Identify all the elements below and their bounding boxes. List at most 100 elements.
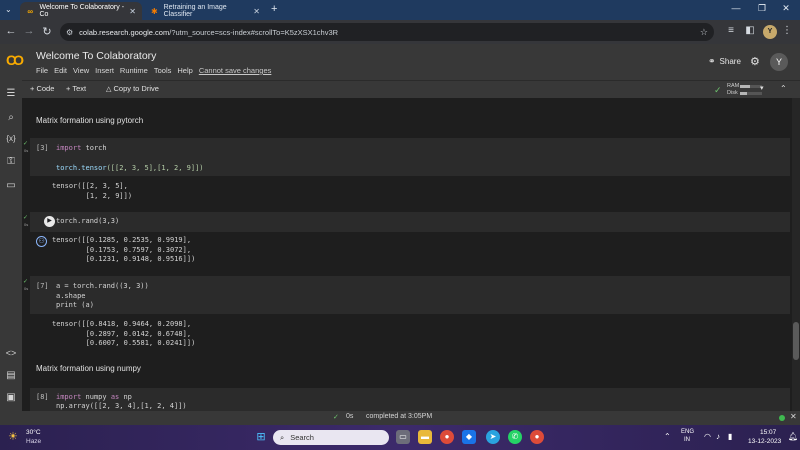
cell-output: tensor([[2, 3, 5], [1, 2, 9]]) <box>52 182 133 200</box>
task-view-icon[interactable]: ▭ <box>396 430 410 444</box>
close-icon[interactable]: ✕ <box>129 7 136 16</box>
close-icon[interactable]: ✕ <box>253 7 260 16</box>
telegram-icon[interactable]: ➤ <box>486 430 500 444</box>
side-panel-icon[interactable]: ◧ <box>743 25 757 36</box>
ram-label: RAM <box>727 83 740 89</box>
forward-icon[interactable]: → <box>22 25 36 37</box>
tab-retraining[interactable]: ✱ Retraining an Image Classifier ✕ <box>144 2 266 20</box>
url-input[interactable]: ⚙ colab.research.google.com /?utm_source… <box>60 23 714 41</box>
file-explorer-icon[interactable]: ▬ <box>418 430 432 444</box>
cell-code[interactable]: torch.rand(3,3) <box>56 217 119 227</box>
menu-help[interactable]: Help <box>177 66 192 75</box>
code-cell[interactable]: ▶ torch.rand(3,3) <box>30 212 790 232</box>
scrollbar-thumb[interactable] <box>793 322 799 360</box>
whatsapp-icon[interactable]: ✆ <box>508 430 522 444</box>
menu-file[interactable]: File <box>36 66 48 75</box>
cell-success-icon: ✓ <box>23 279 29 285</box>
bookmark-star-icon[interactable]: ☆ <box>700 27 708 38</box>
close-icon[interactable]: ✕ <box>790 412 797 421</box>
tray-chevron-icon[interactable]: ⌃ <box>664 432 671 441</box>
weather-temp[interactable]: 30°C <box>26 429 41 436</box>
close-window-icon[interactable]: ✕ <box>774 3 798 14</box>
add-code-button[interactable]: + Code <box>30 84 54 93</box>
cell-code-line[interactable]: torch.tensor([[2, 3, 5],[1, 2, 9]]) <box>56 164 204 174</box>
output-actions-icon[interactable]: ⚇ <box>36 236 47 247</box>
cell-exec-time: 0s <box>24 222 29 227</box>
reload-icon[interactable]: ↻ <box>40 25 54 38</box>
markdown-heading: Matrix formation using numpy <box>36 364 141 373</box>
chrome-menu-icon[interactable]: ⋮ <box>780 25 794 36</box>
table-of-contents-icon[interactable]: ☰ <box>0 88 22 99</box>
weather-desc[interactable]: Haze <box>26 438 41 445</box>
files-folder-icon[interactable]: ▭ <box>0 180 22 191</box>
media-controls-icon[interactable]: ≡ <box>724 25 738 36</box>
code-cell[interactable]: [8] import numpy as np np.array([[2, 3, … <box>30 388 790 411</box>
lang-eng[interactable]: ENG <box>681 429 694 435</box>
copy-to-drive-button[interactable]: △ Copy to Drive <box>106 84 159 93</box>
cell-code[interactable]: a = torch.rand((3, 3)) a.shape print (a) <box>56 282 149 311</box>
code-cell[interactable]: [7] a = torch.rand((3, 3)) a.shape print (… <box>30 276 790 314</box>
menu-runtime[interactable]: Runtime <box>120 66 148 75</box>
code-snippets-icon[interactable]: <> <box>0 348 22 358</box>
settings-gear-icon[interactable]: ⚙ <box>750 55 760 68</box>
runtime-dropdown-icon[interactable]: ▾ <box>760 84 764 92</box>
cell-exec-count: [7] <box>36 282 49 290</box>
wifi-icon[interactable]: ◠ <box>704 432 711 441</box>
run-cell-button[interactable]: ▶ <box>44 216 55 227</box>
notebook-scrollbar[interactable] <box>792 98 800 411</box>
new-tab-button[interactable]: + <box>271 3 277 15</box>
menu-tools[interactable]: Tools <box>154 66 172 75</box>
status-time: 0s <box>346 413 354 420</box>
taskbar-search-input[interactable]: ⌕ Search <box>273 430 389 445</box>
cell-exec-count: [3] <box>36 144 49 152</box>
windows-start-icon[interactable]: ⊞ <box>254 430 268 444</box>
minimize-icon[interactable]: — <box>724 3 748 13</box>
battery-icon[interactable]: ▮ <box>728 432 732 441</box>
browser-profile-avatar[interactable]: Y <box>763 25 777 39</box>
chrome-icon[interactable]: ● <box>440 430 454 444</box>
tensorflow-favicon-icon: ✱ <box>150 6 158 16</box>
menu-edit[interactable]: Edit <box>54 66 67 75</box>
variables-icon[interactable]: {x} <box>0 134 22 143</box>
command-palette-icon[interactable]: ▤ <box>0 370 22 381</box>
code-cell[interactable]: [3] import torch torch.tensor([[2, 3, 5]… <box>30 138 790 176</box>
tab-search-icon[interactable]: ⌄ <box>5 5 12 14</box>
maximize-icon[interactable]: ❐ <box>750 3 774 14</box>
colab-logo-icon[interactable]: CO <box>6 52 24 68</box>
collapse-header-icon[interactable]: ⌃ <box>780 84 787 93</box>
weather-sun-icon[interactable]: ☀ <box>8 430 22 444</box>
menu-view[interactable]: View <box>73 66 89 75</box>
disk-label: Disk <box>727 90 738 96</box>
search-icon[interactable]: ⌕ <box>0 112 22 123</box>
lang-in[interactable]: IN <box>684 437 690 443</box>
connected-check-icon: ✓ <box>714 85 722 95</box>
account-avatar[interactable]: Y <box>770 53 788 71</box>
notification-icon[interactable]: 🔔︎ <box>788 432 798 441</box>
menu-insert[interactable]: Insert <box>95 66 114 75</box>
app-icon[interactable]: ◆ <box>462 430 476 444</box>
terminal-icon[interactable]: ▣ <box>0 392 22 403</box>
cell-code-line[interactable]: np.array([[2, 3, 4],[1, 2, 4]]) <box>56 402 187 411</box>
share-button[interactable]: ⚭ Share <box>708 56 741 67</box>
chrome-active-icon[interactable]: ● <box>530 430 544 444</box>
tab-colab[interactable]: ∞ Welcome To Colaboratory - Co ✕ <box>20 2 142 20</box>
status-check-icon: ✓ <box>333 414 339 421</box>
disk-bar-fill <box>740 92 747 95</box>
cell-code[interactable]: import torch <box>56 144 107 154</box>
notebook-toolbar: + Code + Text △ Copy to Drive ✓ RAM Disk… <box>0 80 800 98</box>
search-icon: ⌕ <box>280 432 285 442</box>
cannot-save-link[interactable]: Cannot save changes <box>199 66 272 75</box>
left-sidebar: ☰ ⌕ {x} ⚿ ▭ <> ▤ ▣ <box>0 80 22 411</box>
copy-to-drive-label: Copy to Drive <box>113 84 159 93</box>
clock-date[interactable]: 13-12-2023 <box>748 438 781 445</box>
share-label: Share <box>719 57 741 66</box>
secrets-key-icon[interactable]: ⚿ <box>0 156 22 167</box>
url-path: /?utm_source=scs-index#scrollTo=K5zXSX1c… <box>169 27 339 37</box>
status-completed[interactable]: completed at 3:05PM <box>366 413 432 420</box>
add-text-button[interactable]: + Text <box>66 84 86 93</box>
site-info-icon[interactable]: ⚙ <box>66 28 73 37</box>
clock-time[interactable]: 15:07 <box>760 429 776 436</box>
back-icon[interactable]: ← <box>4 25 18 37</box>
volume-icon[interactable]: ♪ <box>716 432 720 441</box>
notebook-title[interactable]: Welcome To Colaboratory <box>36 50 156 62</box>
